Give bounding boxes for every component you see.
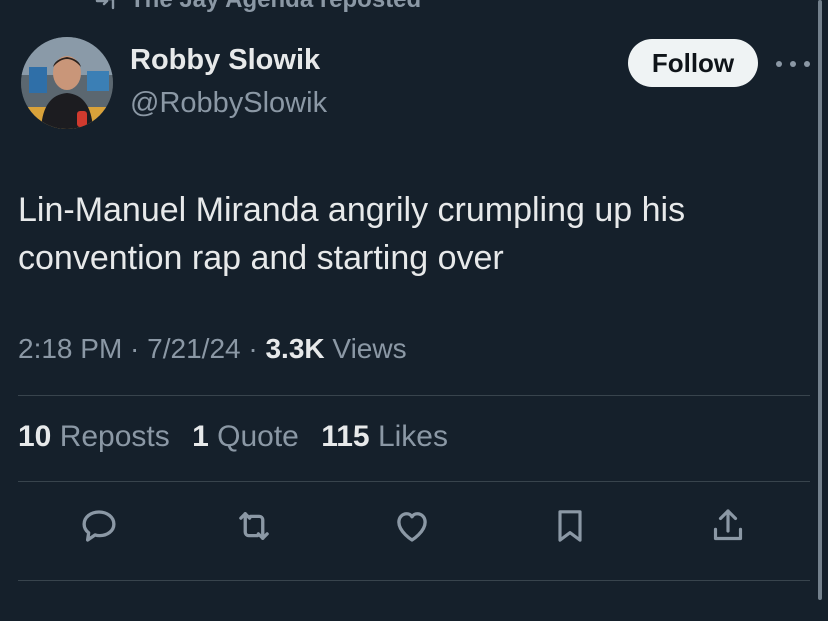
quotes-count: 1 [192, 420, 209, 453]
tweet-date[interactable]: 7/21/24 [147, 333, 240, 364]
follow-button[interactable]: Follow [628, 39, 758, 87]
views-count: 3.3K [265, 333, 325, 364]
author-name[interactable]: Robby Slowik [130, 44, 320, 77]
divider [18, 481, 810, 482]
like-button[interactable] [388, 502, 436, 550]
tweet-text-line: convention rap and starting over [18, 239, 504, 277]
bookmark-icon [558, 510, 582, 542]
more-options-button[interactable] [776, 52, 810, 76]
more-dot-icon [804, 61, 810, 67]
tweet-text-line: Lin-Manuel Miranda angrily crumpling up … [18, 191, 686, 229]
action-bar [0, 500, 828, 556]
quotes-stat[interactable]: 1 Quote [192, 420, 299, 453]
divider [18, 395, 810, 396]
tweet-stats: 10 Reposts 1 Quote 115 Likes [18, 420, 462, 454]
reposts-stat[interactable]: 10 Reposts [18, 420, 170, 453]
likes-count: 115 [321, 420, 370, 453]
share-button[interactable] [704, 502, 752, 550]
tweet-text: Lin-Manuel Miranda angrily crumpling up … [18, 186, 798, 282]
quotes-label: Quote [208, 420, 299, 453]
repost-header-text: The Jay Agenda reposted [130, 0, 421, 14]
repost-header[interactable]: The Jay Agenda reposted [90, 0, 421, 14]
avatar[interactable] [21, 37, 113, 129]
more-dot-icon [776, 61, 782, 67]
meta-separator: · [122, 333, 148, 364]
views-label: Views [324, 333, 407, 364]
tweet-time[interactable]: 2:18 PM [18, 333, 122, 364]
more-dot-icon [790, 61, 796, 67]
reply-button[interactable] [75, 502, 123, 550]
like-icon [397, 512, 427, 542]
repost-small-icon [95, 0, 115, 10]
scrollbar[interactable] [818, 0, 822, 600]
avatar-image [21, 37, 113, 129]
repost-icon [239, 512, 269, 540]
reposts-label: Reposts [51, 420, 170, 453]
likes-stat[interactable]: 115 Likes [321, 420, 448, 453]
share-icon [713, 509, 743, 541]
tweet-meta: 2:18 PM · 7/21/24 · 3.3K Views [18, 333, 407, 365]
author-handle[interactable]: @RobbySlowik [130, 87, 327, 120]
divider [18, 580, 810, 581]
bookmark-button[interactable] [546, 502, 594, 550]
reply-icon [82, 510, 116, 542]
reposts-count: 10 [18, 420, 52, 453]
likes-label: Likes [369, 420, 448, 453]
meta-separator: · [240, 333, 266, 364]
repost-button[interactable] [230, 502, 278, 550]
